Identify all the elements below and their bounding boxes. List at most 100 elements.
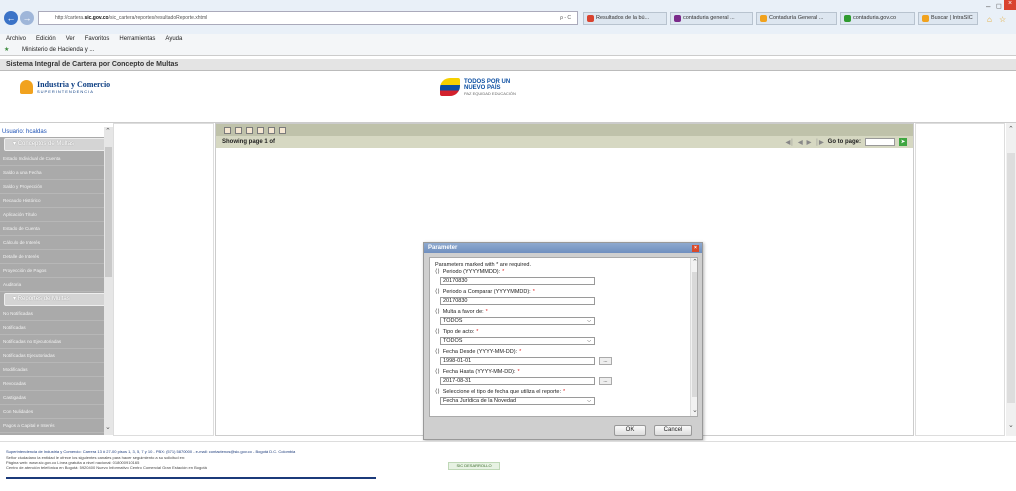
tab-favicon: [760, 15, 767, 22]
sidebar-item[interactable]: Detalle de Interés: [0, 250, 113, 264]
export-data-icon[interactable]: [235, 126, 242, 134]
sidebar-item[interactable]: Cálculo de Interés: [0, 236, 113, 250]
forward-icon[interactable]: →: [20, 11, 34, 25]
sic-logo-sub: SUPERINTENDENCIA: [37, 89, 94, 94]
sidebar-item[interactable]: Auditoria: [0, 278, 113, 292]
footer-phone-line: Centro de atención telefónica en Bogotá:…: [6, 465, 207, 470]
sidebar-item[interactable]: Estado de Cuenta: [0, 222, 113, 236]
sidebar-item[interactable]: Saldo a una Fecha: [0, 166, 113, 180]
param-input[interactable]: 1998-01-01...: [440, 357, 612, 365]
section-reportes[interactable]: ▾ Reportes de Multas: [4, 293, 107, 306]
sidebar-scroll-up-icon[interactable]: ⌃: [105, 127, 111, 135]
sidebar-item[interactable]: Proyección de Pagos: [0, 264, 113, 278]
dialog-scrollbar[interactable]: ⌃ ⌄: [690, 258, 697, 416]
date-picker-button[interactable]: ...: [599, 357, 612, 365]
minimize-icon[interactable]: –: [986, 2, 990, 11]
toc-icon[interactable]: [224, 126, 231, 134]
goto-label: Go to page:: [827, 139, 861, 145]
sidebar-scroll-thumb[interactable]: [105, 147, 112, 277]
menu-item[interactable]: Edición: [36, 36, 56, 42]
home-icon[interactable]: ⌂: [987, 15, 992, 24]
sidebar-item[interactable]: Estado Individual de Cuenta: [0, 152, 113, 166]
sidebar-item[interactable]: Recaudo Histórico: [0, 194, 113, 208]
param-expand-icon[interactable]: ⟨⟩: [435, 268, 440, 277]
maximize-icon[interactable]: ◻: [996, 2, 1002, 10]
sidebar-item[interactable]: Con Nulidades: [0, 405, 113, 419]
browser-tab[interactable]: Contaduría General ...: [756, 12, 837, 25]
param-expand-icon[interactable]: ⟨⟩: [435, 388, 440, 397]
sidebar-item[interactable]: No Notificadas: [0, 307, 113, 321]
tab-label: Contaduría General ...: [769, 15, 824, 21]
browser-tab[interactable]: contaduria general ...: [670, 12, 753, 25]
goto-page-input[interactable]: [865, 138, 895, 146]
last-page-icon[interactable]: │▶: [815, 139, 823, 146]
sidebar-item[interactable]: Notificadas: [0, 321, 113, 335]
param-expand-icon[interactable]: ⟨⟩: [435, 348, 440, 357]
browser-titlebar: ← → http://cartera. sic.gov.co/sic_carter…: [0, 0, 1016, 34]
favorites-icon[interactable]: ★: [4, 44, 9, 56]
dialog-close-icon[interactable]: ×: [692, 245, 699, 252]
menu-item[interactable]: Ayuda: [165, 36, 182, 42]
param-select[interactable]: TODOS: [440, 317, 595, 325]
print-server-icon[interactable]: [268, 126, 275, 134]
page-scroll-thumb[interactable]: [1007, 153, 1015, 403]
goto-page-button[interactable]: ➤: [899, 138, 907, 146]
param-select[interactable]: Fecha Jurídica de la Novedad: [440, 397, 595, 405]
section-reportes-label: Reportes de Multas: [17, 296, 70, 302]
date-picker-button[interactable]: ...: [599, 377, 612, 385]
browser-tab[interactable]: contaduria.gov.co: [840, 12, 915, 25]
print-icon[interactable]: [257, 126, 264, 134]
export-report-icon[interactable]: [246, 126, 253, 134]
ok-button[interactable]: OK: [614, 425, 646, 436]
gov-logo: TODOS POR UN NUEVO PAÍS PAZ EQUIDAD EDUC…: [440, 78, 516, 96]
close-window-icon[interactable]: ×: [1004, 0, 1016, 10]
page-scroll-up-icon[interactable]: ⌃: [1008, 125, 1014, 133]
param-label: ⟨⟩ Multa a favor de: *: [430, 308, 697, 317]
next-page-icon[interactable]: ▶: [807, 139, 812, 146]
sidebar-item[interactable]: Notificadas Ejecutoriadas: [0, 349, 113, 363]
param-select[interactable]: TODOS: [440, 337, 595, 345]
param-expand-icon[interactable]: ⟨⟩: [435, 368, 440, 377]
menu-item[interactable]: Ver: [66, 36, 75, 42]
cancel-button[interactable]: Cancel: [654, 425, 692, 436]
param-input[interactable]: 20170830: [440, 297, 595, 305]
browser-tab[interactable]: Resultados de la bú...: [583, 12, 667, 25]
param-input[interactable]: 20170830: [440, 277, 595, 285]
section-conceptos[interactable]: ▾ Conceptos de Multas: [4, 138, 107, 151]
tab-label: Resultados de la bú...: [596, 15, 650, 21]
sidebar-item[interactable]: Pagos por Tercero: [0, 433, 113, 435]
param-input[interactable]: 2017-08-31...: [440, 377, 612, 385]
dialog-body: Parameters marked with * are required. ⟨…: [429, 257, 698, 417]
page-scrollbar[interactable]: ⌃ ⌄: [1006, 123, 1016, 436]
back-icon[interactable]: ←: [4, 11, 18, 25]
dialog-scroll-up-icon[interactable]: ⌃: [692, 258, 697, 266]
favorites-star-icon[interactable]: ☆: [999, 15, 1006, 24]
sidebar-item[interactable]: Modificadas: [0, 363, 113, 377]
param-expand-icon[interactable]: ⟨⟩: [435, 328, 440, 337]
page-scroll-down-icon[interactable]: ⌄: [1008, 421, 1014, 429]
sidebar-scroll-down-icon[interactable]: ⌄: [105, 423, 111, 431]
gov-logo-line1: TODOS POR UN: [464, 78, 511, 85]
param-expand-icon[interactable]: ⟨⟩: [435, 308, 440, 317]
dialog-scroll-thumb[interactable]: [692, 272, 697, 397]
search-refresh-icon[interactable]: ρ - C: [560, 15, 571, 21]
menu-item[interactable]: Herramientas: [119, 36, 155, 42]
prev-page-icon[interactable]: ◀: [798, 139, 803, 146]
sidebar-item[interactable]: Saldo y Proyección: [0, 180, 113, 194]
sidebar-scrollbar[interactable]: ⌃ ⌄: [104, 127, 113, 435]
user-link[interactable]: Usuario: hcaldas: [0, 127, 113, 137]
browser-tab[interactable]: Buscar | IntraSIC: [918, 12, 978, 25]
menu-item[interactable]: Favoritos: [85, 36, 110, 42]
param-expand-icon[interactable]: ⟨⟩: [435, 288, 440, 297]
sidebar-item[interactable]: Castigadas: [0, 391, 113, 405]
sidebar-item[interactable]: Revocadas: [0, 377, 113, 391]
favorite-link[interactable]: Ministerio de Hacienda y ...: [22, 47, 94, 53]
dialog-scroll-down-icon[interactable]: ⌄: [692, 406, 697, 414]
sidebar-item[interactable]: Pagos a Capital e Interés: [0, 419, 113, 433]
first-page-icon[interactable]: ◀│: [786, 139, 794, 146]
sidebar-item[interactable]: Aplicación Título: [0, 208, 113, 222]
sidebar-item[interactable]: Notificadas no Ejecutoriadas: [0, 335, 113, 349]
parameters-icon[interactable]: [279, 126, 286, 134]
menu-item[interactable]: Archivo: [6, 36, 26, 42]
address-bar[interactable]: http://cartera. sic.gov.co/sic_cartera/re…: [38, 11, 578, 25]
